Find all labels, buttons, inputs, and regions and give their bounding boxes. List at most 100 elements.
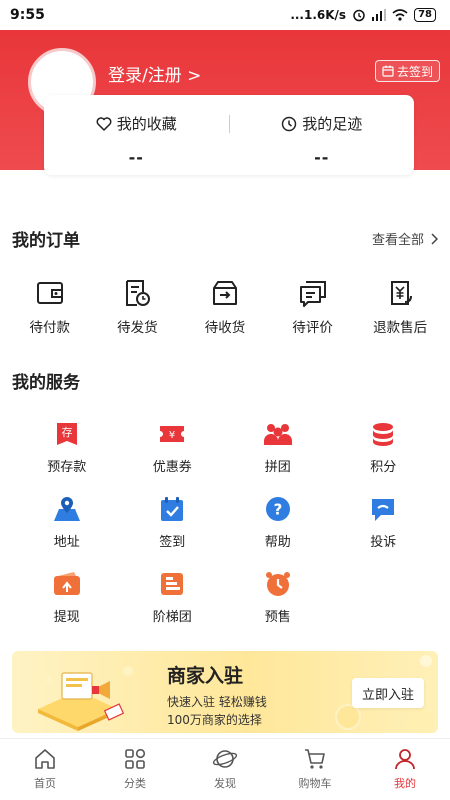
merchant-illustration xyxy=(38,666,133,731)
category-icon xyxy=(125,748,146,769)
service-label: 预售 xyxy=(264,610,291,625)
tab-profile[interactable]: 我的 xyxy=(360,739,450,800)
tab-label: 首页 xyxy=(34,777,56,790)
order-pending-receipt[interactable]: 待收货 xyxy=(185,278,265,336)
review-chat-icon xyxy=(299,281,326,307)
orders-title: 我的订单 xyxy=(12,231,80,251)
tab-cart[interactable]: 购物车 xyxy=(270,739,360,800)
order-pending-shipment[interactable]: 待发货 xyxy=(97,278,177,336)
login-register-link[interactable]: 登录/注册 > xyxy=(108,61,201,86)
cart-icon xyxy=(305,749,325,769)
history-count: -- xyxy=(314,148,330,167)
tab-category[interactable]: 分类 xyxy=(90,739,180,800)
discover-icon xyxy=(212,750,238,768)
withdraw-icon xyxy=(53,572,80,595)
profile-icon xyxy=(395,749,415,770)
service-points[interactable]: 积分 xyxy=(331,420,437,475)
complaint-icon xyxy=(372,499,395,521)
points-icon xyxy=(373,423,394,446)
service-withdraw[interactable]: 提现 xyxy=(14,570,120,625)
service-label: 拼团 xyxy=(264,460,291,475)
order-label: 待收货 xyxy=(204,320,246,336)
service-label: 阶梯团 xyxy=(152,610,192,625)
battery-indicator: 78 xyxy=(414,8,436,22)
banner-subtitle: 100万商家的选择 xyxy=(167,713,262,727)
calendar-icon xyxy=(382,65,394,77)
checkin-label: 去签到 xyxy=(396,64,433,79)
service-address[interactable]: 地址 xyxy=(14,495,120,550)
my-collection[interactable]: 我的收藏 -- xyxy=(44,95,229,175)
order-pending-payment[interactable]: 待付款 xyxy=(10,278,90,336)
alarm-icon xyxy=(353,9,365,22)
clock-icon xyxy=(281,116,297,131)
history-label: 我的足迹 xyxy=(302,115,363,133)
collection-title: 我的收藏 xyxy=(96,113,177,134)
tab-label: 购物车 xyxy=(298,777,332,790)
service-help[interactable]: ? 帮助 xyxy=(225,495,331,550)
service-label: 签到 xyxy=(159,535,186,550)
status-bar: 9:55 ...1.6K/s 78 xyxy=(0,0,450,30)
service-group-buy[interactable]: 拼团 xyxy=(225,420,331,475)
service-label: 优惠券 xyxy=(152,460,192,475)
tab-label: 分类 xyxy=(124,777,146,790)
order-label: 待评价 xyxy=(292,320,333,336)
service-deposit[interactable]: 存 预存款 xyxy=(14,420,120,475)
order-label: 退款售后 xyxy=(373,320,428,336)
tab-label: 发现 xyxy=(214,777,236,790)
svg-text:存: 存 xyxy=(61,425,72,439)
coupon-icon: ¥ xyxy=(160,426,185,442)
service-label: 积分 xyxy=(370,460,397,475)
help-icon: ? xyxy=(265,497,290,521)
service-label: 帮助 xyxy=(264,535,291,550)
signal-icon xyxy=(372,9,387,21)
service-label: 预存款 xyxy=(47,460,87,475)
collection-count: -- xyxy=(128,148,144,167)
presale-icon xyxy=(265,572,290,596)
checkin-icon xyxy=(161,497,184,521)
service-checkin[interactable]: 签到 xyxy=(120,495,226,550)
group-icon xyxy=(263,424,292,445)
bottom-tab-bar: 首页 分类 发现 购物车 我的 xyxy=(0,738,450,800)
status-indicators: ...1.6K/s 78 xyxy=(290,8,436,22)
view-all-orders-link[interactable]: 查看全部 xyxy=(372,229,438,248)
orders-header: 我的订单 查看全部 xyxy=(12,226,438,251)
merchant-join-banner[interactable]: 商家入驻 快速入驻 轻松赚钱 100万商家的选择 立即入驻 xyxy=(12,651,438,733)
location-icon xyxy=(53,497,80,521)
order-pending-review[interactable]: 待评价 xyxy=(273,278,353,336)
service-coupon[interactable]: ¥ 优惠券 xyxy=(120,420,226,475)
service-label: 投诉 xyxy=(370,535,397,550)
services-title: 我的服务 xyxy=(12,373,80,393)
order-status-row: 待付款 待发货 待收货 待评价 退款售后 xyxy=(0,278,450,336)
history-title: 我的足迹 xyxy=(281,113,362,134)
tab-label: 我的 xyxy=(394,777,416,790)
service-presale[interactable]: 预售 xyxy=(225,570,331,625)
order-refund-aftersale[interactable]: 退款售后 xyxy=(360,278,440,336)
wallet-icon xyxy=(36,282,63,304)
service-label: 地址 xyxy=(53,535,80,550)
chevron-right-icon xyxy=(431,232,438,245)
services-grid: 存 预存款 ¥ 优惠券 拼团 积分 地址 签到 ? 帮助 投诉 提现 阶梯团 预… xyxy=(0,420,450,625)
tier-group-icon xyxy=(161,573,184,595)
wifi-icon xyxy=(392,9,408,21)
join-now-button[interactable]: 立即入驻 xyxy=(351,678,424,708)
service-label: 提现 xyxy=(53,610,80,625)
collection-label: 我的收藏 xyxy=(116,115,177,133)
heart-icon xyxy=(96,116,112,131)
service-complaint[interactable]: 投诉 xyxy=(331,495,437,550)
tab-discover[interactable]: 发现 xyxy=(180,739,270,800)
my-history[interactable]: 我的足迹 -- xyxy=(230,95,415,175)
banner-subtitle: 快速入驻 轻松赚钱 xyxy=(167,695,267,709)
receive-box-icon xyxy=(212,281,237,305)
checkin-button[interactable]: 去签到 xyxy=(374,60,440,82)
service-tier-group[interactable]: 阶梯团 xyxy=(120,570,226,625)
refund-icon xyxy=(391,281,413,305)
banner-title: 商家入驻 xyxy=(167,665,244,687)
tab-home[interactable]: 首页 xyxy=(0,739,90,800)
order-label: 待付款 xyxy=(29,320,71,336)
home-icon xyxy=(35,749,55,769)
network-speed: ...1.6K/s xyxy=(290,8,347,22)
deposit-icon: 存 xyxy=(56,423,77,445)
services-header: 我的服务 xyxy=(12,368,438,393)
svg-text:?: ? xyxy=(273,501,282,519)
svg-text:¥: ¥ xyxy=(169,430,175,441)
